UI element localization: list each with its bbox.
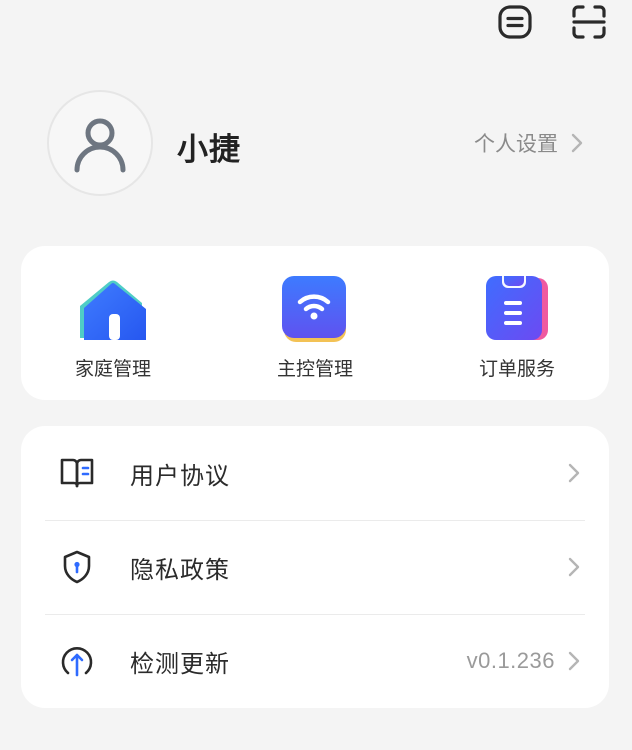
- home-management-button[interactable]: 家庭管理: [33, 276, 193, 381]
- controller-management-label: 主控管理: [276, 358, 353, 380]
- menu-right-user-agreement: [563, 462, 585, 484]
- version-value: v0.1.236: [466, 648, 555, 673]
- book-icon: [57, 453, 97, 493]
- order-service-button[interactable]: 订单服务: [437, 276, 597, 381]
- home-management-label: 家庭管理: [74, 358, 151, 380]
- chevron-right-icon: [568, 651, 580, 671]
- update-arrow-icon: [57, 641, 97, 681]
- menu-item-user-agreement[interactable]: 用户协议: [45, 426, 585, 521]
- username: 小捷: [177, 132, 241, 168]
- chevron-right-icon: [571, 133, 583, 153]
- personal-settings-link[interactable]: 个人设置: [474, 128, 588, 158]
- settings-menu-card: 用户协议 隐私政策 检测更新 v0.1.236: [21, 426, 609, 708]
- personal-settings-label: 个人设置: [474, 132, 558, 156]
- avatar[interactable]: [47, 90, 153, 196]
- wifi-icon: [282, 276, 346, 342]
- order-service-label: 订单服务: [478, 358, 555, 380]
- chevron-right-icon: [568, 463, 580, 483]
- shield-icon: [57, 547, 97, 587]
- menu-item-privacy-policy[interactable]: 隐私政策: [45, 520, 585, 615]
- controller-management-button[interactable]: 主控管理: [235, 276, 395, 381]
- menu-item-check-update[interactable]: 检测更新 v0.1.236: [45, 614, 585, 708]
- home-icon: [80, 280, 146, 340]
- menu-right-check-update: v0.1.236: [467, 648, 585, 674]
- chevron-right-icon: [568, 557, 580, 577]
- scan-button[interactable]: [569, 0, 609, 44]
- menu-label-privacy-policy: 隐私政策: [130, 555, 230, 584]
- menu-label-user-agreement: 用户协议: [130, 461, 230, 490]
- message-icon: [498, 5, 532, 39]
- scan-icon: [572, 5, 606, 39]
- message-button[interactable]: [495, 0, 535, 44]
- menu-right-privacy-policy: [563, 556, 585, 578]
- order-clipboard-icon: [486, 276, 548, 340]
- quick-actions-card: 家庭管理 主控管理 订单服务: [21, 246, 609, 400]
- person-icon: [74, 118, 126, 173]
- menu-label-check-update: 检测更新: [130, 649, 230, 678]
